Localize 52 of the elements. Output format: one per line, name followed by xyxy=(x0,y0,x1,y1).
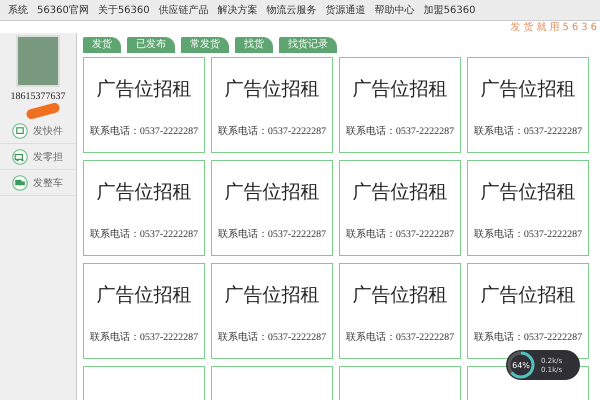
ad-title: 广告位招租 xyxy=(96,77,192,102)
ad-title: 广告位招租 xyxy=(224,77,320,102)
ad-title: 广告位招租 xyxy=(96,283,192,308)
ad-title: 广告位招租 xyxy=(352,283,448,308)
phone-number: 18615377637 xyxy=(10,91,66,102)
nav-link[interactable]: 关于56360 xyxy=(98,3,150,17)
contact-phone: 联系电话：0537-2222287 xyxy=(90,330,198,344)
contact-phone: 联系电话：0537-2222287 xyxy=(346,330,454,344)
nav-link[interactable]: 加盟56360 xyxy=(424,3,476,17)
sidebar-item[interactable]: 发零担 xyxy=(0,144,76,170)
nav-link[interactable]: 货源通道 xyxy=(326,3,366,17)
ad-title: 广告位招租 xyxy=(224,283,320,308)
ad-title: 广告位招租 xyxy=(96,180,192,205)
nav-link[interactable]: 解决方案 xyxy=(218,3,258,17)
ad-card[interactable]: 广告位招租 联系电话：0537-2222287 xyxy=(211,160,333,256)
contact-phone: 联系电话：0537-2222287 xyxy=(474,228,582,241)
contact-phone: 联系电话：0537-2222287 xyxy=(218,330,326,344)
contact-phone: 联系电话：0537-2222287 xyxy=(218,228,326,241)
ad-card[interactable]: 广告位招租 联系电话：0537-2222287 xyxy=(467,160,589,256)
ad-title: 广告位招租 xyxy=(480,283,576,308)
ad-title: 广告位招租 xyxy=(224,180,320,205)
ad-card[interactable]: 广告位招租 联系电话：0537-2222287 xyxy=(339,160,461,256)
usage-percent: 64% xyxy=(512,360,530,370)
ad-title: 广告位招租 xyxy=(352,180,448,205)
nav-link[interactable]: 物流云服务 xyxy=(266,3,317,17)
nav-link[interactable]: 56360官网 xyxy=(37,3,89,17)
ad-card[interactable]: 广告位招租 联系电话：0537-2222287 xyxy=(211,263,333,359)
contact-phone: 联系电话：0537-2222287 xyxy=(346,228,454,241)
ad-card[interactable]: 广告位招租 联系电话：0537-2222287 xyxy=(211,57,333,153)
ad-title: 广告位招租 xyxy=(480,77,576,102)
ad-card[interactable]: 广告位招租 联系电话：0537-2222287 xyxy=(467,57,589,153)
ad-card[interactable]: 广告位招租 联系电话：0537-2222287 xyxy=(83,57,205,153)
contact-phone: 联系电话：0537-2222287 xyxy=(90,124,198,138)
ad-card[interactable]: 广告位招租 联系电话：0537-2222287 xyxy=(339,263,461,359)
sidebar-item[interactable]: 发快件 xyxy=(0,118,76,144)
contact-phone: 联系电话：0537-2222287 xyxy=(474,124,582,138)
nav-link[interactable]: 帮助中心 xyxy=(374,3,415,17)
photo-placeholder xyxy=(16,35,60,87)
truck-icon xyxy=(12,174,28,190)
contact-phone: 联系电话：0537-2222287 xyxy=(474,330,582,344)
ad-card[interactable]: 广告位招租 联系电话：0537-2222287 xyxy=(83,263,205,359)
ad-card[interactable]: 广告位招租 联系电话：0537-2222287 xyxy=(339,57,461,153)
contact-phone: 联系电话：0537-2222287 xyxy=(90,228,198,241)
ad-card[interactable]: 广告位招租 联系电话：0537-2222287 xyxy=(83,160,205,256)
sidebar-item[interactable]: 发整车 xyxy=(0,170,76,196)
nav-link[interactable]: 系统 xyxy=(8,3,28,17)
ad-title: 广告位招租 xyxy=(352,77,448,102)
ad-title: 广告位招租 xyxy=(480,180,576,205)
slogan-text: 发货就用5636 xyxy=(510,23,600,33)
contact-phone: 联系电话：0537-2222287 xyxy=(218,124,326,138)
contact-phone: 联系电话：0537-2222287 xyxy=(346,124,454,138)
nav-link[interactable]: 供应链产品 xyxy=(158,3,209,17)
